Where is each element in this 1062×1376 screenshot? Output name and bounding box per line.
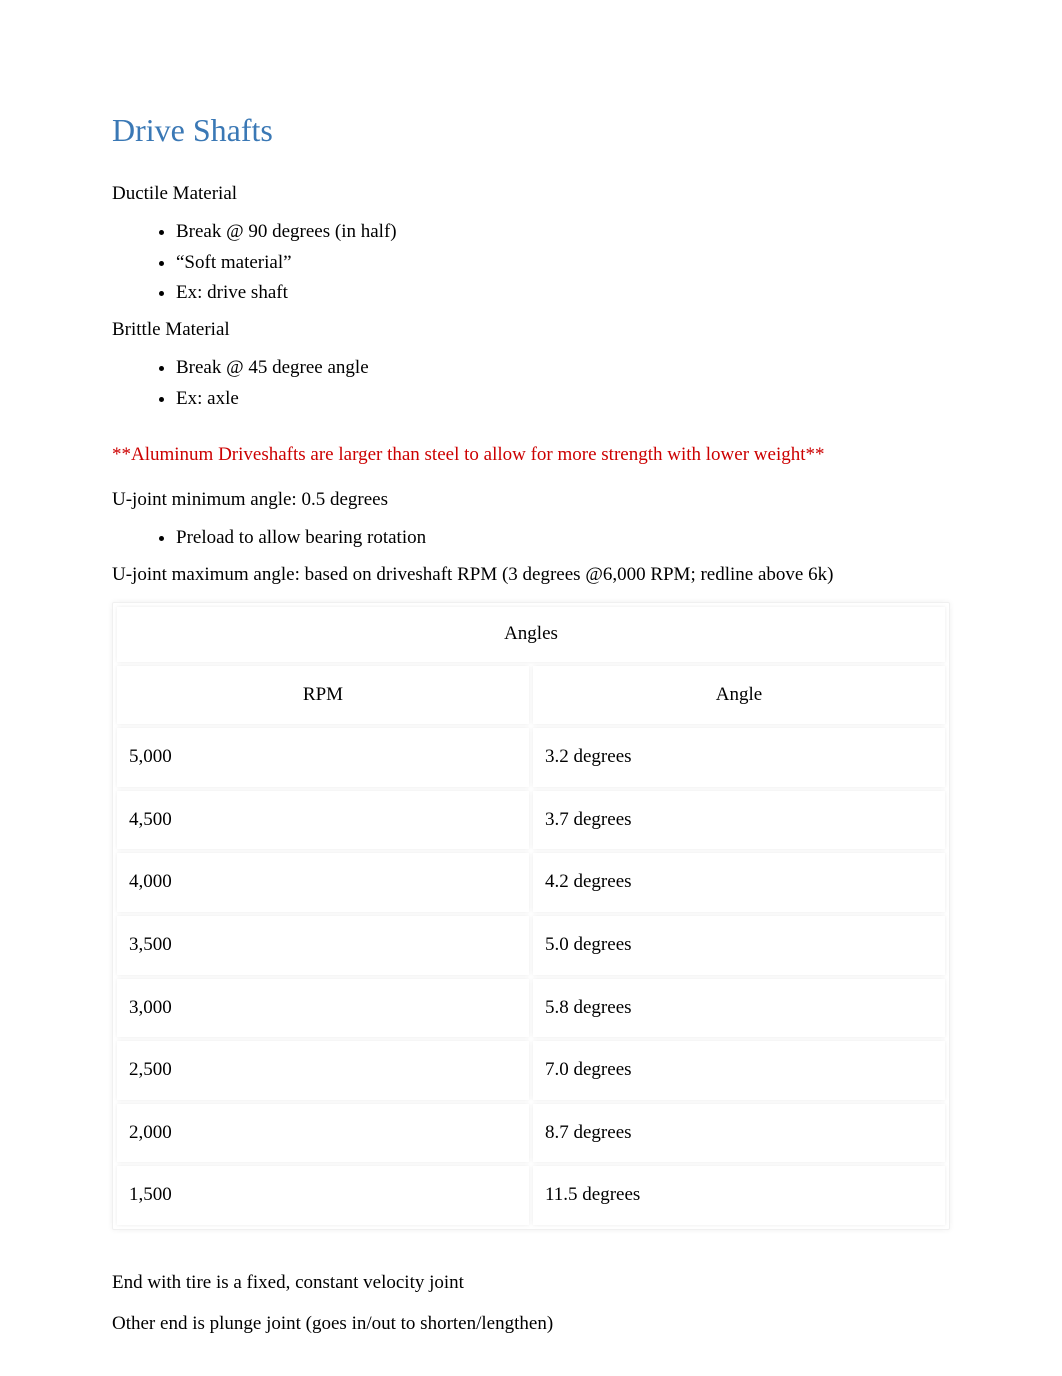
page-title: Drive Shafts <box>112 108 950 153</box>
cell-rpm: 4,500 <box>117 791 529 850</box>
table-row: 1,500 11.5 degrees <box>117 1166 945 1225</box>
cell-angle: 8.7 degrees <box>533 1104 945 1163</box>
cell-rpm: 5,000 <box>117 728 529 787</box>
cell-angle: 5.0 degrees <box>533 916 945 975</box>
footer-line-1: End with tire is a fixed, constant veloc… <box>112 1270 950 1297</box>
list-item: Break @ 90 degrees (in half) <box>176 217 950 247</box>
angles-table: Angles RPM Angle 5,000 3.2 degrees 4,500… <box>112 602 950 1230</box>
footer-line-2: Other end is plunge joint (goes in/out t… <box>112 1311 950 1338</box>
brittle-list: Break @ 45 degree angle Ex: axle <box>112 353 950 414</box>
ductile-list: Break @ 90 degrees (in half) “Soft mater… <box>112 217 950 308</box>
table-row: 2,500 7.0 degrees <box>117 1041 945 1100</box>
table-row: 3,000 5.8 degrees <box>117 979 945 1038</box>
cell-angle: 5.8 degrees <box>533 979 945 1038</box>
table-row: 4,000 4.2 degrees <box>117 853 945 912</box>
table-header-angle: Angle <box>533 666 945 725</box>
ujoint-min: U-joint minimum angle: 0.5 degrees <box>112 487 950 514</box>
ujoint-max: U-joint maximum angle: based on drivesha… <box>112 562 950 589</box>
table-row: 3,500 5.0 degrees <box>117 916 945 975</box>
cell-rpm: 1,500 <box>117 1166 529 1225</box>
brittle-heading: Brittle Material <box>112 317 950 344</box>
footer-notes: End with tire is a fixed, constant veloc… <box>112 1270 950 1337</box>
list-item: Ex: drive shaft <box>176 278 950 308</box>
list-item: Break @ 45 degree angle <box>176 353 950 383</box>
cell-rpm: 3,000 <box>117 979 529 1038</box>
table-row: 4,500 3.7 degrees <box>117 791 945 850</box>
cell-rpm: 4,000 <box>117 853 529 912</box>
list-item: Preload to allow bearing rotation <box>176 523 950 553</box>
aluminum-note: **Aluminum Driveshafts are larger than s… <box>112 442 950 469</box>
cell-angle: 3.7 degrees <box>533 791 945 850</box>
cell-angle: 11.5 degrees <box>533 1166 945 1225</box>
table-row: 2,000 8.7 degrees <box>117 1104 945 1163</box>
list-item: Ex: axle <box>176 384 950 414</box>
cell-rpm: 3,500 <box>117 916 529 975</box>
table-header-rpm: RPM <box>117 666 529 725</box>
cell-rpm: 2,500 <box>117 1041 529 1100</box>
ujoint-min-list: Preload to allow bearing rotation <box>112 523 950 553</box>
table-title: Angles <box>117 607 945 662</box>
cell-rpm: 2,000 <box>117 1104 529 1163</box>
cell-angle: 4.2 degrees <box>533 853 945 912</box>
table-row: 5,000 3.2 degrees <box>117 728 945 787</box>
cell-angle: 7.0 degrees <box>533 1041 945 1100</box>
ductile-heading: Ductile Material <box>112 181 950 208</box>
list-item: “Soft material” <box>176 248 950 278</box>
cell-angle: 3.2 degrees <box>533 728 945 787</box>
